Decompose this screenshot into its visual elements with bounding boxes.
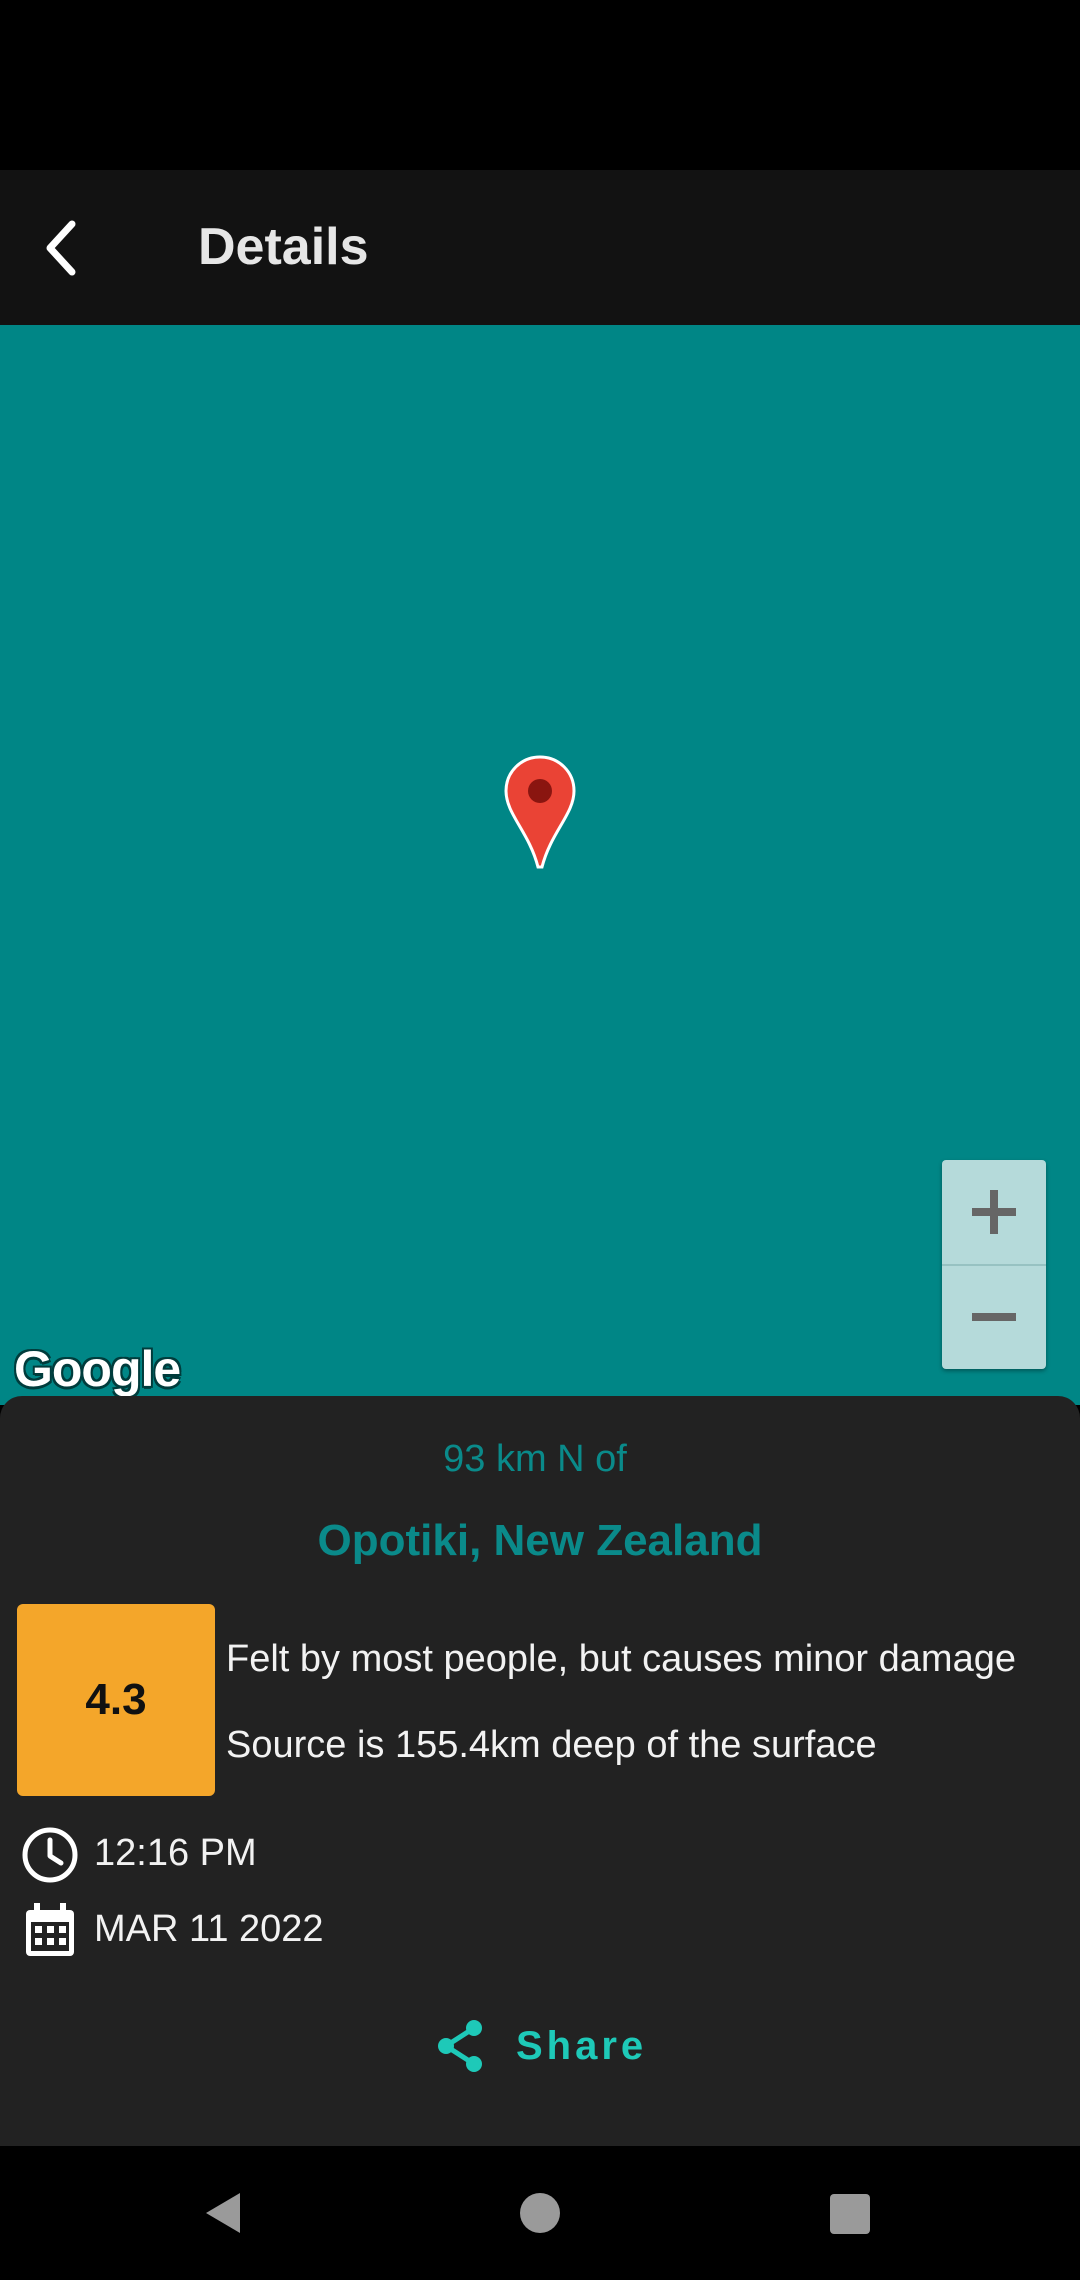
zoom-controls <box>942 1160 1046 1369</box>
share-button[interactable]: Share <box>430 2006 670 2086</box>
app-bar: Details <box>0 170 1080 325</box>
share-label: Share <box>516 2023 648 2068</box>
zoom-out-button[interactable] <box>942 1265 1046 1369</box>
plus-icon <box>972 1190 1016 1234</box>
felt-description: Felt by most people, but causes minor da… <box>226 1638 1016 1680</box>
distance-text: 93 km N of <box>443 1438 627 1480</box>
back-button[interactable] <box>28 200 124 296</box>
calendar-icon <box>26 1903 74 1956</box>
page-title: Details <box>198 218 369 276</box>
zoom-in-button[interactable] <box>942 1160 1046 1266</box>
recents-icon[interactable] <box>830 2194 870 2234</box>
depth-description: Source is 155.4km deep of the surface <box>226 1724 877 1766</box>
back-icon[interactable] <box>200 2189 248 2237</box>
chevron-left-icon <box>46 220 76 276</box>
google-logo: Google <box>14 1341 181 1397</box>
phone-screen: Details Google 93 km N of Opotiki, New Z… <box>0 0 1080 2280</box>
status-bar <box>0 0 1080 170</box>
magnitude-badge: 4.3 <box>17 1604 215 1796</box>
map-pin-icon[interactable] <box>503 754 577 872</box>
system-nav-bar <box>0 2146 1080 2280</box>
event-time: 12:16 PM <box>94 1832 257 1874</box>
magnitude-value: 4.3 <box>85 1675 147 1724</box>
clock-icon <box>22 1827 78 1883</box>
event-date: MAR 11 2022 <box>94 1908 324 1950</box>
share-icon <box>438 2020 482 2072</box>
minus-icon <box>972 1313 1016 1321</box>
location-title: Opotiki, New Zealand <box>317 1516 763 1565</box>
home-icon[interactable] <box>520 2193 560 2233</box>
